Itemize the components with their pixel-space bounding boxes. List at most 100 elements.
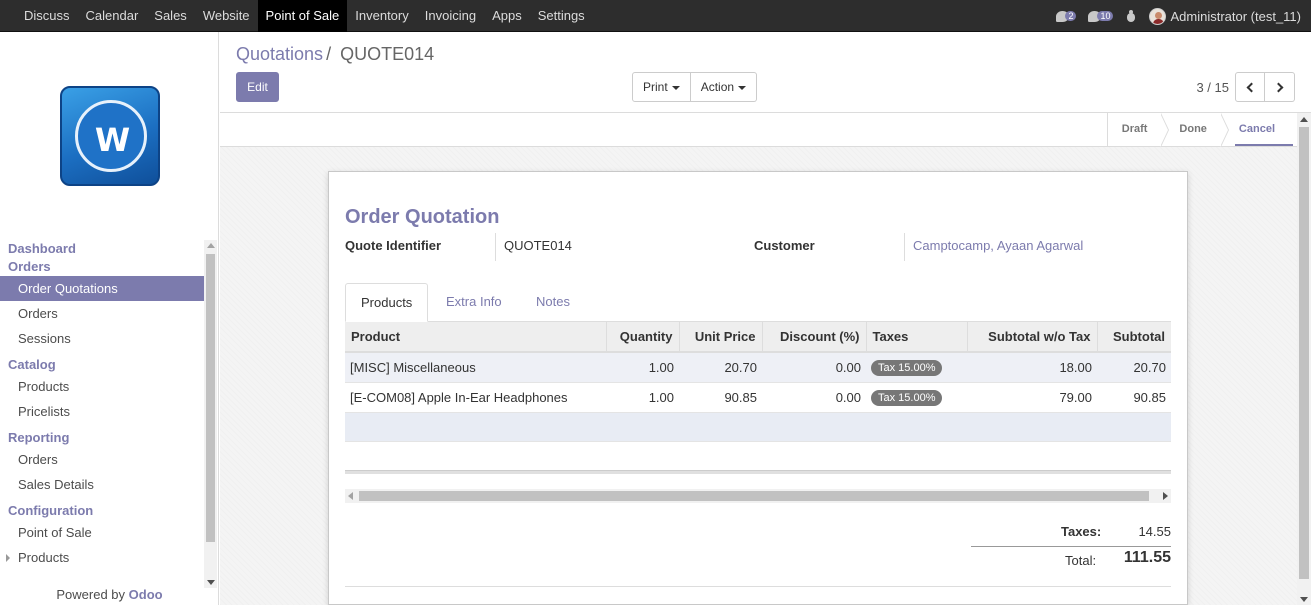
menu-calendar[interactable]: Calendar <box>78 0 147 32</box>
scroll-down-icon[interactable] <box>1300 597 1308 602</box>
scroll-left-icon[interactable] <box>348 492 353 500</box>
stage-cancel[interactable]: Cancel <box>1221 113 1297 147</box>
menu-inventory[interactable]: Inventory <box>347 0 416 32</box>
content-scrollbar[interactable] <box>1297 113 1311 605</box>
column-header-subtotal[interactable]: Subtotal <box>1097 322 1171 353</box>
sidebar: W Dashboard Orders Order Quotations Orde… <box>0 32 219 605</box>
cell-discount: 0.00 <box>762 382 866 413</box>
taxes-label: Taxes: <box>1061 524 1102 539</box>
cell-quantity: 1.00 <box>606 382 679 413</box>
column-header-taxes[interactable]: Taxes <box>866 322 968 353</box>
conversations-button[interactable]: 2 <box>1056 10 1077 22</box>
top-navbar: Discuss Calendar Sales Website Point of … <box>0 0 1311 32</box>
menu-discuss[interactable]: Discuss <box>16 0 78 32</box>
cell-product: [MISC] Miscellaneous <box>345 352 606 383</box>
tab-products[interactable]: Products <box>345 283 429 322</box>
sidebar-item-orders[interactable]: Orders <box>0 301 204 326</box>
column-header-product[interactable]: Product <box>345 322 607 353</box>
sidebar-item-order-quotations[interactable]: Order Quotations <box>0 276 204 301</box>
breadcrumb-parent[interactable]: Quotations <box>236 44 323 64</box>
column-header-discount[interactable]: Discount (%) <box>762 322 867 353</box>
customer-label: Customer <box>754 238 815 253</box>
avatar <box>1149 7 1167 25</box>
app-menu: Discuss Calendar Sales Website Point of … <box>16 0 593 32</box>
pager: 3 / 15 <box>1196 72 1295 102</box>
menu-point-of-sale[interactable]: Point of Sale <box>257 0 348 32</box>
sidebar-scrollbar[interactable] <box>204 240 217 588</box>
caret-right-icon <box>6 554 10 562</box>
sidebar-section-configuration[interactable]: Configuration <box>0 502 204 520</box>
pager-previous-button[interactable] <box>1235 72 1265 102</box>
pager-next-button[interactable] <box>1265 72 1295 102</box>
cell-subtotal: 20.70 <box>1097 352 1171 383</box>
column-header-subtotal-wo-tax[interactable]: Subtotal w/o Tax <box>967 322 1098 353</box>
sidebar-actions: Print Action <box>632 72 758 102</box>
powered-brand-link[interactable]: Odoo <box>129 587 163 602</box>
table-header-row: Product Quantity Unit Price Discount (%)… <box>345 322 1171 353</box>
table-horizontal-scrollbar[interactable] <box>345 489 1171 503</box>
menu-website[interactable]: Website <box>195 0 258 32</box>
table-row[interactable]: [E-COM08] Apple In-Ear Headphones 1.00 9… <box>345 382 1171 413</box>
print-dropdown[interactable]: Print <box>632 72 691 102</box>
stage-label: Cancel <box>1238 123 1275 135</box>
notebook-tabs: Products Extra Info Notes <box>345 283 1171 322</box>
tab-notes[interactable]: Notes <box>521 283 585 322</box>
cell-product: [E-COM08] Apple In-Ear Headphones <box>345 382 606 413</box>
tax-tag: Tax 15.00% <box>871 389 943 406</box>
total-value: 111.55 <box>1123 549 1171 566</box>
pager-value[interactable]: 3 / 15 <box>1196 80 1229 95</box>
sidebar-section-orders[interactable]: Orders <box>0 258 204 276</box>
systray: 2 10 Administrator (test_11) <box>1056 0 1301 32</box>
order-lines-table: Product Quantity Unit Price Discount (%)… <box>345 322 1171 442</box>
edit-button[interactable]: Edit <box>236 72 279 102</box>
powered-by: Powered by Odoo <box>0 587 219 602</box>
breadcrumb-separator: / <box>326 44 332 64</box>
sidebar-item-config-point-of-sale[interactable]: Point of Sale <box>0 520 204 545</box>
menu-invoicing[interactable]: Invoicing <box>417 0 484 32</box>
breadcrumb: Quotations / QUOTE014 <box>236 44 434 65</box>
user-menu[interactable]: Administrator (test_11) <box>1149 7 1301 25</box>
sidebar-section-dashboard[interactable]: Dashboard <box>0 240 204 258</box>
chevron-right-icon <box>1273 82 1283 92</box>
scroll-right-icon[interactable] <box>1163 492 1168 500</box>
scroll-up-icon[interactable] <box>1300 117 1308 122</box>
powered-prefix: Powered by <box>56 587 126 602</box>
cell-discount: 0.00 <box>762 352 866 383</box>
sidebar-item-products[interactable]: Products <box>0 374 204 399</box>
action-dropdown[interactable]: Action <box>690 72 758 102</box>
bug-icon[interactable] <box>1125 9 1137 23</box>
total-label: Total: <box>1065 553 1097 568</box>
sidebar-item-pricelists[interactable]: Pricelists <box>0 399 204 424</box>
stage-draft[interactable]: Draft <box>1108 113 1170 147</box>
scroll-thumb[interactable] <box>359 491 1149 501</box>
sidebar-section-catalog[interactable]: Catalog <box>0 356 204 374</box>
cell-unit-price: 90.85 <box>679 382 762 413</box>
scroll-thumb[interactable] <box>1299 127 1309 579</box>
table-row-empty <box>345 412 1171 442</box>
menu-settings[interactable]: Settings <box>530 0 593 32</box>
sidebar-item-sales-details[interactable]: Sales Details <box>0 472 204 497</box>
control-panel: Quotations / QUOTE014 Edit Print Action 3… <box>220 32 1311 113</box>
menu-sales[interactable]: Sales <box>146 0 195 32</box>
cell-subtotal-wo-tax: 79.00 <box>967 382 1097 413</box>
scroll-up-icon[interactable] <box>207 243 215 248</box>
logo-mark-icon: W <box>94 121 130 159</box>
stage-done[interactable]: Done <box>1161 113 1229 147</box>
column-header-unit-price[interactable]: Unit Price <box>679 322 763 353</box>
table-row[interactable]: [MISC] Miscellaneous 1.00 20.70 0.00 Tax… <box>345 352 1171 383</box>
menu-apps[interactable]: Apps <box>484 0 530 32</box>
scroll-thumb[interactable] <box>206 254 215 542</box>
status-stages: Draft Done Cancel <box>1106 113 1297 147</box>
messages-button[interactable]: 10 <box>1088 10 1114 22</box>
scroll-down-icon[interactable] <box>207 580 215 585</box>
sidebar-item-sessions[interactable]: Sessions <box>0 326 204 351</box>
sidebar-item-reporting-orders[interactable]: Orders <box>0 447 204 472</box>
form-title: Order Quotation <box>345 206 500 228</box>
caret-down-icon <box>738 85 747 90</box>
customer-link[interactable]: Camptocamp, Ayaan Agarwal <box>904 233 1083 261</box>
sidebar-section-reporting[interactable]: Reporting <box>0 429 204 447</box>
sidebar-item-config-products[interactable]: Products <box>0 545 204 570</box>
quote-identifier-label: Quote Identifier <box>345 238 442 253</box>
column-header-quantity[interactable]: Quantity <box>606 322 680 353</box>
tab-extra-info[interactable]: Extra Info <box>431 283 517 322</box>
